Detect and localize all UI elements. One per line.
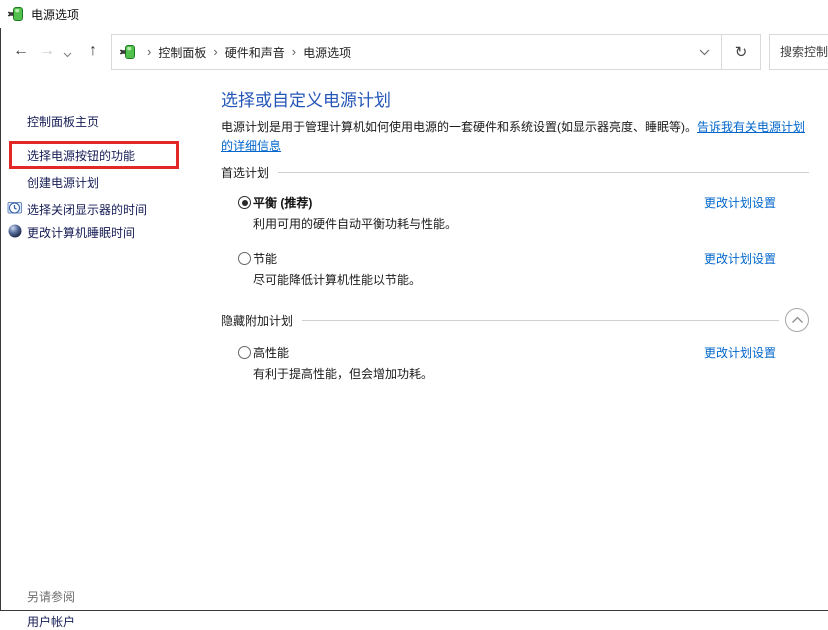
plan-row-balanced: 平衡 (推荐) 更改计划设置 bbox=[221, 195, 809, 211]
plan-description: 利用可用的硬件自动平衡功耗与性能。 bbox=[253, 217, 457, 232]
user-accounts-link[interactable]: 用户帐户 bbox=[27, 613, 75, 630]
plan-name: 平衡 (推荐) bbox=[253, 195, 312, 211]
page-title: 选择或自定义电源计划 bbox=[221, 91, 391, 111]
refresh-button[interactable]: ↻ bbox=[721, 35, 760, 69]
search-input[interactable]: 搜索控制 bbox=[769, 34, 828, 70]
radio-balanced[interactable] bbox=[238, 196, 251, 209]
radio-power-saver[interactable] bbox=[238, 252, 251, 265]
sidebar-item-choose-power-buttons[interactable]: 选择电源按钮的功能 bbox=[27, 149, 135, 163]
change-plan-settings-link[interactable]: 更改计划设置 bbox=[704, 345, 776, 361]
radio-high-performance[interactable] bbox=[238, 346, 251, 359]
sidebar-item-create-power-plan[interactable]: 创建电源计划 bbox=[27, 176, 99, 190]
section-rule bbox=[302, 320, 779, 321]
titlebar: 电源选项 bbox=[0, 0, 828, 28]
see-also-label: 另请参阅 bbox=[27, 588, 75, 605]
plan-row-power-saver: 节能 更改计划设置 bbox=[221, 251, 809, 267]
plan-name: 高性能 bbox=[253, 345, 289, 361]
address-dropdown-chevron-icon[interactable] bbox=[687, 35, 721, 69]
intro-paragraph: 电源计划是用于管理计算机如何使用电源的一套硬件和系统设置(如显示器亮度、睡眠等)… bbox=[221, 118, 811, 156]
section-hide-additional-plans: 隐藏附加计划 bbox=[221, 308, 809, 332]
window-title: 电源选项 bbox=[31, 6, 79, 23]
breadcrumb-separator-icon: › bbox=[285, 35, 303, 69]
change-plan-settings-link[interactable]: 更改计划设置 bbox=[704, 251, 776, 267]
window-body: ← → ↑ › 控制面板 › 硬件和声音 › 电源选项 bbox=[0, 28, 828, 611]
plan-row-high-performance: 高性能 更改计划设置 bbox=[221, 345, 809, 361]
collapse-section-button[interactable] bbox=[785, 308, 809, 332]
display-clock-icon bbox=[7, 200, 23, 216]
change-plan-settings-link[interactable]: 更改计划设置 bbox=[704, 195, 776, 211]
sidebar-item-choose-display-off-time[interactable]: 选择关闭显示器的时间 bbox=[27, 203, 147, 217]
sidebar-item-change-sleep-time[interactable]: 更改计算机睡眠时间 bbox=[27, 226, 135, 240]
sleep-sphere-icon bbox=[7, 223, 23, 239]
section-label: 首选计划 bbox=[221, 164, 269, 181]
intro-text: 电源计划是用于管理计算机如何使用电源的一套硬件和系统设置(如显示器亮度、睡眠等)… bbox=[221, 120, 697, 134]
section-label: 隐藏附加计划 bbox=[221, 312, 293, 329]
sidebar: 控制面板主页 选择电源按钮的功能 创建电源计划 选择关闭显示器的时间 bbox=[1, 28, 216, 610]
plan-description: 尽可能降低计算机性能以节能。 bbox=[253, 273, 421, 288]
sidebar-item-control-panel-home[interactable]: 控制面板主页 bbox=[27, 115, 99, 129]
plan-name: 节能 bbox=[253, 251, 277, 267]
breadcrumb-power-options[interactable]: 电源选项 bbox=[303, 44, 351, 61]
section-preferred-plans: 首选计划 bbox=[221, 160, 809, 184]
plan-description: 有利于提高性能，但会增加功耗。 bbox=[253, 367, 433, 382]
section-rule bbox=[278, 172, 809, 173]
breadcrumb-hardware-sound[interactable]: 硬件和声音 bbox=[225, 44, 285, 61]
power-options-icon bbox=[8, 6, 24, 22]
